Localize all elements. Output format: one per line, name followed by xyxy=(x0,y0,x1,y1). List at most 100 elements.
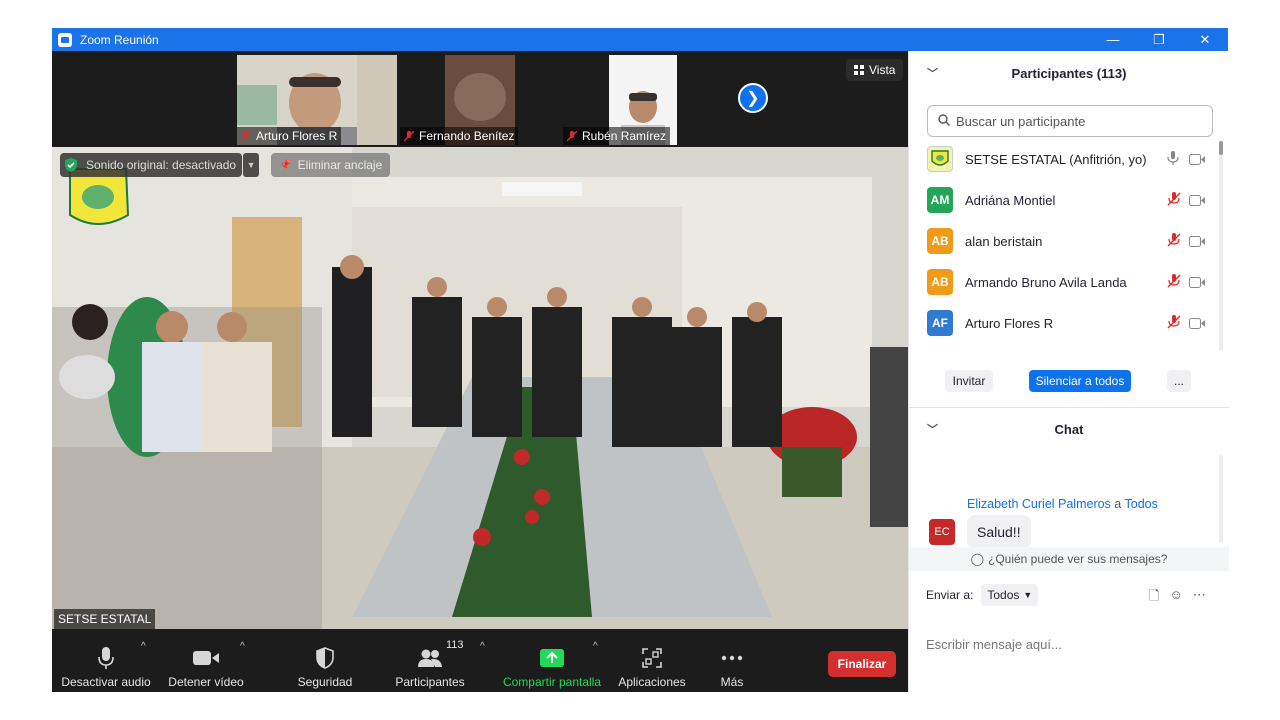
next-page-button[interactable]: ❯ xyxy=(738,83,768,113)
avatar: AM xyxy=(927,187,953,213)
send-to-dropdown[interactable]: Todos ▼ xyxy=(981,584,1039,606)
mic-muted-icon[interactable] xyxy=(1167,192,1181,211)
chevron-down-icon[interactable]: ﹀ xyxy=(927,421,938,437)
mic-muted-icon[interactable] xyxy=(1167,315,1181,334)
participants-scrollbar[interactable] xyxy=(1219,141,1223,351)
title-bar: Zoom Reunión — ❐ ✕ xyxy=(52,28,1228,51)
participant-row[interactable]: AB alan beristain xyxy=(927,221,1213,261)
mic-muted-icon xyxy=(404,131,414,141)
stop-video-button[interactable]: Detener vídeo xyxy=(166,629,246,692)
more-button[interactable]: Más xyxy=(712,629,752,692)
shield-icon xyxy=(316,643,334,673)
participants-header: ﹀ Participantes (113) xyxy=(909,53,1229,93)
participant-row[interactable]: AM Adriána Montiel xyxy=(927,180,1213,220)
mute-audio-button[interactable]: Desactivar audio xyxy=(61,629,151,692)
avatar: AF xyxy=(927,310,953,336)
apps-button[interactable]: Aplicaciones xyxy=(614,629,690,692)
window-title: Zoom Reunión xyxy=(80,32,159,47)
panel-divider xyxy=(909,407,1229,408)
chat-header: ﹀ Chat xyxy=(909,409,1229,449)
thumbnail-strip: Arturo Flores R Fernando Benítez Rubén R… xyxy=(52,51,908,147)
unpin-button[interactable]: 📌 Eliminar anclaje xyxy=(271,153,391,177)
participant-row[interactable]: SETSE ESTATAL (Anfitrión, yo) xyxy=(927,139,1213,179)
minimize-button[interactable]: — xyxy=(1090,28,1136,51)
chevron-down-icon[interactable]: ﹀ xyxy=(927,65,938,81)
grid-view-icon xyxy=(854,65,864,75)
pin-icon: 📌 xyxy=(279,159,292,171)
view-button[interactable]: Vista xyxy=(846,59,904,81)
chat-scrollbar[interactable] xyxy=(1219,455,1223,543)
zoom-window: Zoom Reunión — ❐ ✕ Arturo Flores R Ferna… xyxy=(52,28,1229,692)
share-screen-button[interactable]: Compartir pantalla xyxy=(500,629,604,692)
audio-options-caret[interactable]: ^ xyxy=(141,641,146,652)
restore-button[interactable]: ❐ xyxy=(1136,28,1182,51)
chevron-down-icon: ▼ xyxy=(246,160,256,170)
chevron-down-icon: ▼ xyxy=(1023,590,1033,600)
original-sound-dropdown[interactable]: ▼ xyxy=(243,153,260,177)
mic-muted-icon xyxy=(241,131,251,141)
meeting-area: Arturo Flores R Fernando Benítez Rubén R… xyxy=(52,51,908,692)
participants-options-caret[interactable]: ^ xyxy=(480,641,485,652)
participants-title: Participantes (113) xyxy=(1011,65,1127,81)
shield-check-icon xyxy=(65,158,77,172)
video-overlay-controls: Sonido original: desactivado ▼ 📌 Elimina… xyxy=(60,153,391,177)
main-video-scene xyxy=(52,147,908,629)
chat-sender: Elizabeth Curiel Palmeros a Todos xyxy=(967,497,1158,511)
more-dots-icon[interactable]: ⋯ xyxy=(1193,587,1206,609)
chat-message-bubble: Salud!! xyxy=(967,515,1031,549)
invite-button[interactable]: Invitar xyxy=(945,370,993,392)
thumbnail-video[interactable]: Fernando Benítez xyxy=(400,55,560,145)
close-button[interactable]: ✕ xyxy=(1182,28,1228,51)
thumbnail-caption: Rubén Ramírez xyxy=(563,127,671,145)
search-icon xyxy=(938,113,950,129)
scrollbar-thumb[interactable] xyxy=(1219,141,1223,155)
send-to-row: Enviar a: Todos ▼ xyxy=(926,584,1039,606)
end-meeting-button[interactable]: Finalizar xyxy=(828,651,896,677)
mic-muted-icon[interactable] xyxy=(1167,274,1181,293)
zoom-app-icon xyxy=(58,32,72,47)
file-icon[interactable]: 🗋 xyxy=(1149,587,1159,609)
original-sound-button[interactable]: Sonido original: desactivado xyxy=(60,153,243,177)
video-off-icon[interactable] xyxy=(1189,193,1205,211)
who-can-see-link[interactable]: ◯ ¿Quién puede ver sus mensajes? xyxy=(909,547,1229,571)
video-camera-icon xyxy=(193,643,219,673)
person-eye-icon: ◯ xyxy=(970,552,984,566)
avatar: AB xyxy=(927,228,953,254)
chat-title: Chat xyxy=(1054,421,1084,437)
thumbnail-video[interactable]: Arturo Flores R xyxy=(237,55,397,145)
share-screen-icon xyxy=(540,643,564,673)
chat-message-input[interactable]: Escribir mensaje aquí... xyxy=(926,637,1062,652)
emoji-icon[interactable]: ☺ xyxy=(1169,587,1182,609)
video-off-icon[interactable] xyxy=(1189,275,1205,293)
participants-icon xyxy=(417,643,443,673)
microphone-icon xyxy=(98,643,114,673)
apps-icon xyxy=(642,643,662,673)
chat-tools: 🗋 ☺ ⋯ xyxy=(1149,587,1206,609)
more-dots-icon xyxy=(721,643,743,673)
mute-all-button[interactable]: Silenciar a todos xyxy=(1029,370,1131,392)
security-button[interactable]: Seguridad xyxy=(292,629,358,692)
chat-sender-avatar: EC xyxy=(929,519,955,545)
speaker-name-label: SETSE ESTATAL xyxy=(54,609,156,629)
side-panel: ﹀ Participantes (113) Buscar un particip… xyxy=(908,51,1229,692)
participants-more-button[interactable]: ... xyxy=(1167,370,1191,392)
mic-muted-icon[interactable] xyxy=(1167,233,1181,252)
meeting-toolbar: Desactivar audio ^ Detener vídeo ^ Segur… xyxy=(52,629,908,692)
share-options-caret[interactable]: ^ xyxy=(593,641,598,652)
video-options-caret[interactable]: ^ xyxy=(240,641,245,652)
participant-row[interactable]: AF Arturo Flores R xyxy=(927,303,1213,343)
participant-search-input[interactable]: Buscar un participante xyxy=(927,105,1213,137)
video-off-icon[interactable] xyxy=(1189,316,1205,334)
host-avatar xyxy=(927,146,953,172)
thumbnail-video[interactable]: Rubén Ramírez xyxy=(563,55,723,145)
participant-row[interactable]: AB Armando Bruno Avila Landa xyxy=(927,262,1213,302)
chevron-right-icon: ❯ xyxy=(746,90,760,107)
thumbnail-caption: Fernando Benítez xyxy=(400,127,519,145)
microphone-icon[interactable] xyxy=(1167,151,1179,170)
video-camera-icon[interactable] xyxy=(1189,152,1205,170)
thumbnail-caption: Arturo Flores R xyxy=(237,127,342,145)
mic-muted-icon xyxy=(567,131,577,141)
main-video[interactable]: Sonido original: desactivado ▼ 📌 Elimina… xyxy=(52,147,908,629)
avatar: AB xyxy=(927,269,953,295)
video-off-icon[interactable] xyxy=(1189,234,1205,252)
